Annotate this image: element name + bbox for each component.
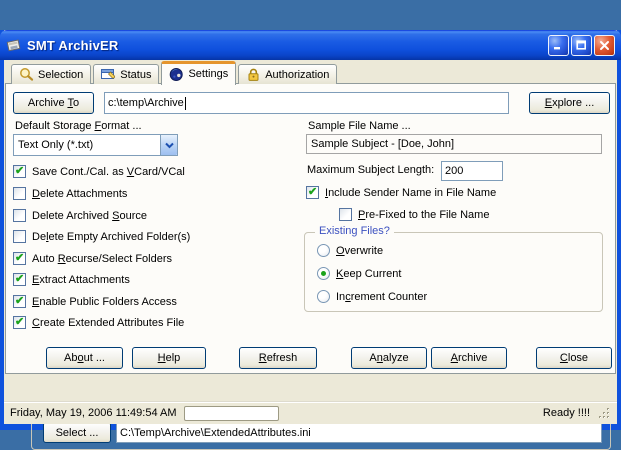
maximize-button[interactable] — [571, 35, 592, 56]
storage-format-dropdown[interactable]: Text Only (*.txt) — [13, 134, 178, 156]
refresh-button[interactable]: Refresh — [239, 347, 317, 369]
checkbox-label: Extract Attachments — [32, 274, 130, 286]
settings-tab-page: Archive To c:\temp\Archive Explore ... D… — [5, 83, 616, 374]
help-label: Help — [158, 352, 181, 364]
checkbox-extended-attributes[interactable]: Create Extended Attributes File — [13, 316, 184, 329]
chevron-down-icon[interactable] — [160, 135, 177, 155]
checkbox-label: Delete Empty Archived Folder(s) — [32, 231, 190, 243]
checkbox-delete-attachments[interactable]: Delete Attachments — [13, 187, 127, 200]
refresh-label: Refresh — [259, 352, 298, 364]
checkbox-box — [13, 187, 26, 200]
tab-selection[interactable]: Selection — [11, 64, 91, 84]
checkbox-box — [13, 209, 26, 222]
resize-grip-icon[interactable] — [598, 407, 611, 420]
radio-label: Keep Current — [336, 268, 401, 280]
archive-label: Archive — [451, 352, 488, 364]
existing-files-title: Existing Files? — [315, 225, 394, 237]
checkbox-prefixed[interactable]: Pre-Fixed to the File Name — [339, 208, 489, 221]
radio-circle — [317, 267, 330, 280]
archive-button[interactable]: Archive — [431, 347, 507, 369]
checkbox-box — [339, 208, 352, 221]
select-label: Select ... — [56, 427, 99, 439]
radio-keep-current[interactable]: Keep Current — [317, 267, 401, 280]
titlebar[interactable]: SMT ArchivER — [0, 30, 621, 60]
padlock-icon — [246, 67, 261, 82]
window-title: SMT ArchivER — [27, 38, 119, 53]
close-icon[interactable] — [594, 35, 615, 56]
checkbox-label: Create Extended Attributes File — [32, 317, 184, 329]
storage-format-label: Default Storage Format ... — [15, 120, 142, 132]
tab-label: Status — [120, 69, 151, 81]
checkbox-delete-archived-source[interactable]: Delete Archived Source — [13, 209, 147, 222]
minimize-button[interactable] — [548, 35, 569, 56]
archive-path-input[interactable]: c:\temp\Archive — [104, 92, 509, 114]
archive-path-value: c:\temp\Archive — [108, 97, 184, 109]
extended-attribute-path-input[interactable]: C:\Temp\Archive\ExtendedAttributes.ini — [116, 422, 602, 443]
radio-circle — [317, 244, 330, 257]
tab-label: Settings — [188, 68, 228, 80]
status-datetime: Friday, May 19, 2006 11:49:54 AM — [10, 407, 177, 419]
help-button[interactable]: Help — [132, 347, 206, 369]
checkbox-box — [13, 295, 26, 308]
checkbox-label: Delete Archived Source — [32, 210, 147, 222]
progress-placeholder — [184, 406, 279, 421]
radio-circle — [317, 290, 330, 303]
archive-to-label: Archive To — [28, 97, 79, 109]
archive-to-button[interactable]: Archive To — [13, 92, 94, 114]
analyze-label: Analyze — [369, 352, 408, 364]
checkbox-box — [13, 230, 26, 243]
checkbox-box — [306, 186, 319, 199]
tab-authorization[interactable]: Authorization — [238, 64, 337, 84]
sample-file-label: Sample File Name ... — [308, 120, 411, 132]
tab-settings[interactable]: Settings — [161, 61, 236, 85]
select-button[interactable]: Select ... — [43, 422, 111, 443]
checkbox-label: Include Sender Name in File Name — [325, 187, 496, 199]
radio-overwrite[interactable]: Overwrite — [317, 244, 383, 257]
app-window: SMT ArchivER Selection — [0, 30, 621, 430]
subject-length-input[interactable]: 200 — [441, 161, 503, 181]
about-button[interactable]: About ... — [46, 347, 123, 369]
checkbox-box — [13, 273, 26, 286]
extended-attribute-path-value: C:\Temp\Archive\ExtendedAttributes.ini — [120, 427, 311, 439]
tab-bar: Selection Status Settings — [11, 62, 339, 84]
subject-length-label: Maximum Subject Length: — [307, 164, 434, 176]
radio-label: Overwrite — [336, 245, 383, 257]
existing-files-group: Existing Files? Overwrite Keep Current I… — [304, 232, 603, 312]
checkbox-save-vcard[interactable]: Save Cont./Cal. as VCard/VCal — [13, 165, 185, 178]
tab-label: Selection — [38, 69, 83, 81]
globe-icon — [169, 67, 184, 82]
text-caret — [185, 97, 186, 110]
explore-label: Explore ... — [545, 97, 595, 109]
checkbox-include-sender[interactable]: Include Sender Name in File Name — [306, 186, 496, 199]
about-label: About ... — [64, 352, 105, 364]
status-window-icon — [101, 67, 116, 82]
checkbox-extract-attachments[interactable]: Extract Attachments — [13, 273, 130, 286]
tab-label: Authorization — [265, 69, 329, 81]
radio-increment-counter[interactable]: Increment Counter — [317, 290, 427, 303]
checkbox-label: Enable Public Folders Access — [32, 296, 177, 308]
checkbox-delete-empty-folders[interactable]: Delete Empty Archived Folder(s) — [13, 230, 190, 243]
close-button[interactable]: Close — [536, 347, 612, 369]
checkbox-label: Auto Recurse/Select Folders — [32, 253, 172, 265]
checkbox-label: Delete Attachments — [32, 188, 127, 200]
close-label: Close — [560, 352, 588, 364]
storage-format-value: Text Only (*.txt) — [14, 139, 160, 151]
checkbox-label: Pre-Fixed to the File Name — [358, 209, 489, 221]
checkbox-box — [13, 316, 26, 329]
subject-length-value: 200 — [445, 165, 463, 177]
checkbox-box — [13, 165, 26, 178]
explore-button[interactable]: Explore ... — [529, 92, 610, 114]
checkbox-public-folders[interactable]: Enable Public Folders Access — [13, 295, 177, 308]
sample-file-value: Sample Subject - [Doe, John] — [306, 134, 602, 154]
analyze-button[interactable]: Analyze — [351, 347, 427, 369]
radio-label: Increment Counter — [336, 291, 427, 303]
checkbox-label: Save Cont./Cal. as VCard/VCal — [32, 166, 185, 178]
status-bar: Friday, May 19, 2006 11:49:54 AM Ready !… — [4, 401, 617, 424]
status-ready: Ready !!!! — [543, 407, 590, 419]
checkbox-auto-recurse[interactable]: Auto Recurse/Select Folders — [13, 252, 172, 265]
checkbox-box — [13, 252, 26, 265]
tab-status[interactable]: Status — [93, 64, 159, 84]
app-icon — [6, 37, 22, 53]
magnifier-icon — [19, 67, 34, 82]
